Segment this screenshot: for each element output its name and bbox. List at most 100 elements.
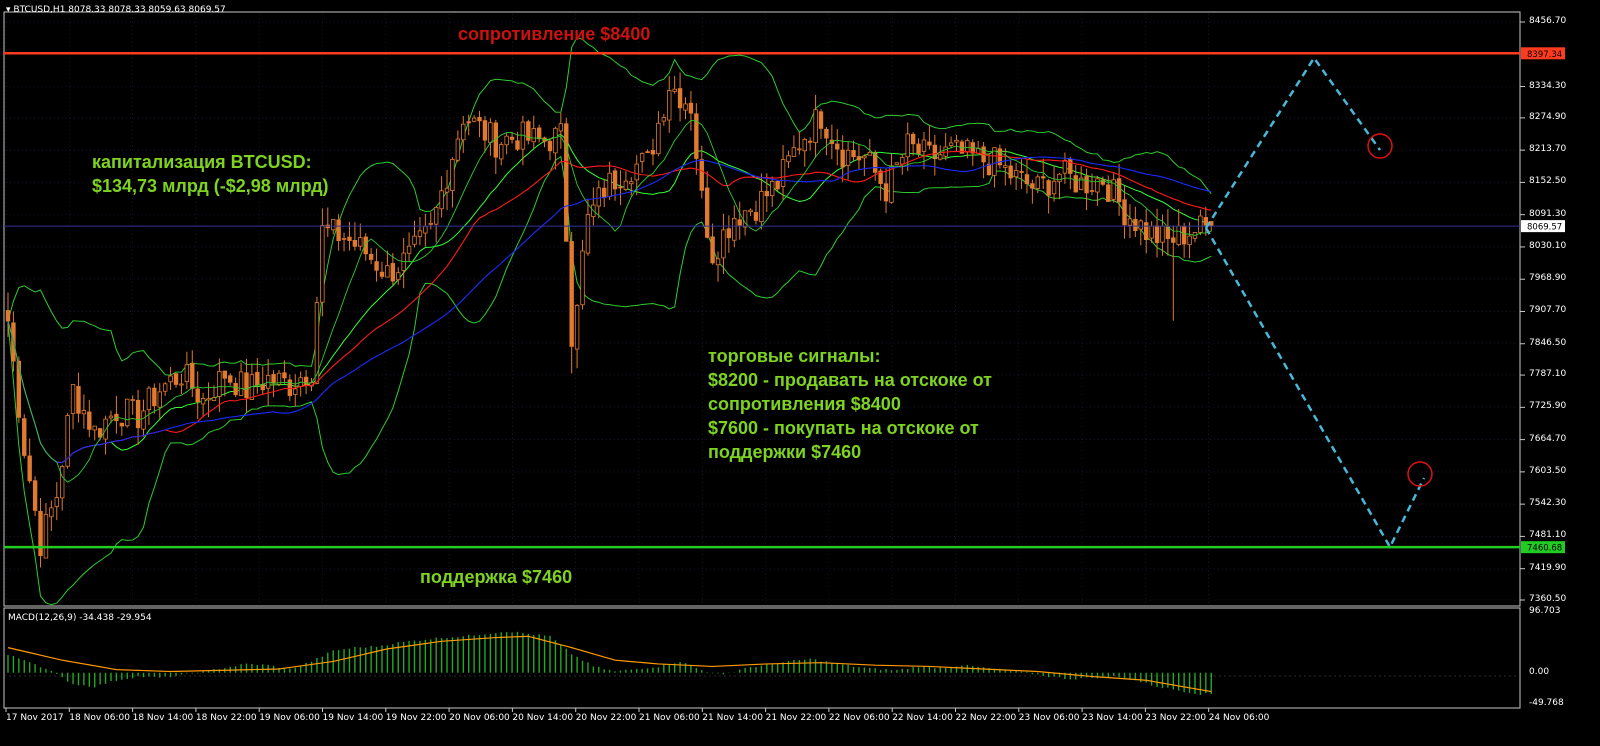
candle-up	[791, 147, 797, 157]
macd-y-tick-label: 0.00	[1529, 666, 1550, 677]
candle-up	[672, 88, 677, 92]
candle-down	[1144, 222, 1149, 241]
candle-up	[802, 138, 807, 152]
candle-down	[255, 371, 260, 386]
macd-header: MACD(12,26,9) -34.438 -29.954	[8, 613, 152, 623]
candle-down	[1154, 225, 1160, 243]
price-tag-label: 7460.68	[1527, 544, 1562, 554]
x-tick-label: 21 Nov 22:00	[765, 713, 827, 723]
candle-down	[1030, 183, 1035, 189]
candle-up	[894, 162, 900, 165]
candle-up	[320, 225, 325, 303]
x-tick-label: 20 Nov 22:00	[575, 713, 637, 723]
candle-down	[1106, 184, 1111, 202]
candle-down	[22, 418, 27, 456]
candle-up	[439, 190, 444, 210]
candle-down	[536, 127, 542, 140]
candle-down	[1041, 176, 1046, 179]
candle-up	[553, 127, 558, 154]
dropdown-arrow-icon[interactable]: ▾	[6, 5, 11, 15]
candle-up	[574, 304, 580, 350]
candle-up	[444, 187, 450, 193]
y-tick-label: 7725.90	[1529, 401, 1567, 412]
candle-up	[558, 123, 564, 132]
candle-up	[330, 219, 336, 231]
candle-down	[119, 422, 125, 427]
candle-down	[347, 236, 352, 241]
candle-up	[130, 399, 135, 401]
candle-up	[499, 144, 504, 160]
candle-up	[732, 218, 737, 241]
x-tick-label: 18 Nov 14:00	[132, 713, 194, 723]
signals-buy: $7600 - покупать на отскоке от	[708, 418, 979, 438]
candle-up	[889, 165, 894, 203]
candle-down	[564, 123, 569, 242]
candle-down	[515, 140, 520, 150]
candle-down	[368, 254, 374, 260]
candle-up	[358, 237, 363, 247]
candle-up	[423, 225, 428, 234]
x-tick-label: 23 Nov 22:00	[1145, 713, 1207, 723]
candle-down	[271, 374, 276, 384]
candle-up	[461, 123, 466, 141]
candle-up	[103, 418, 108, 440]
y-tick-label: 7787.10	[1529, 369, 1567, 380]
candle-down	[173, 373, 179, 385]
candle-down	[390, 263, 396, 282]
candle-up	[504, 135, 509, 146]
candle-up	[948, 142, 954, 146]
candle-up	[184, 364, 190, 383]
candle-up	[293, 388, 298, 395]
candle-down	[818, 111, 824, 129]
x-tick-label: 19 Nov 22:00	[385, 713, 447, 723]
candle-up	[1003, 165, 1008, 168]
candle-down	[282, 372, 287, 379]
candle-up	[607, 172, 612, 198]
candle-up	[667, 90, 672, 121]
candle-up	[1035, 176, 1040, 189]
candle-up	[661, 117, 667, 122]
candle-up	[634, 163, 639, 181]
candle-down	[704, 187, 710, 238]
candle-down	[602, 187, 607, 198]
candle-up	[954, 139, 959, 143]
candle-up	[168, 375, 173, 383]
candle-up	[1127, 218, 1133, 226]
y-tick-label: 7664.70	[1529, 433, 1567, 444]
candle-down	[650, 150, 656, 155]
candle-down	[1019, 171, 1024, 173]
candle-down	[303, 376, 309, 386]
macd-y-tick-label: 96.703	[1529, 606, 1561, 616]
candle-up	[341, 237, 347, 240]
candle-up	[1013, 170, 1019, 178]
x-tick-label: 23 Nov 14:00	[1082, 713, 1143, 723]
candle-up	[433, 206, 439, 225]
candle-up	[179, 383, 184, 386]
candle-up	[813, 109, 818, 144]
capitalization-value: $134,73 млрд (-$2,98 млрд)	[92, 176, 329, 196]
candle-up	[1176, 225, 1181, 245]
candle-down	[1068, 158, 1073, 174]
candle-down	[1122, 199, 1127, 226]
candle-up	[845, 149, 851, 166]
y-tick-label: 8030.10	[1529, 240, 1567, 251]
candle-down	[1116, 178, 1122, 203]
candle-up	[81, 410, 87, 415]
candle-down	[195, 388, 200, 403]
x-tick-label: 22 Nov 22:00	[955, 713, 1017, 723]
candle-down	[569, 241, 574, 347]
candle-down	[737, 219, 742, 226]
candle-up	[211, 397, 217, 402]
y-tick-label: 7968.90	[1529, 273, 1567, 284]
candle-up	[49, 507, 54, 518]
candle-down	[1073, 175, 1078, 193]
candle-up	[770, 181, 775, 197]
candle-up	[585, 213, 591, 254]
candle-down	[851, 150, 856, 158]
y-tick-label: 8152.50	[1529, 176, 1567, 187]
x-tick-label: 20 Nov 14:00	[512, 713, 574, 723]
candle-down	[645, 151, 650, 154]
candle-down	[374, 261, 379, 271]
candle-down	[547, 140, 553, 152]
candle-up	[1095, 178, 1100, 193]
